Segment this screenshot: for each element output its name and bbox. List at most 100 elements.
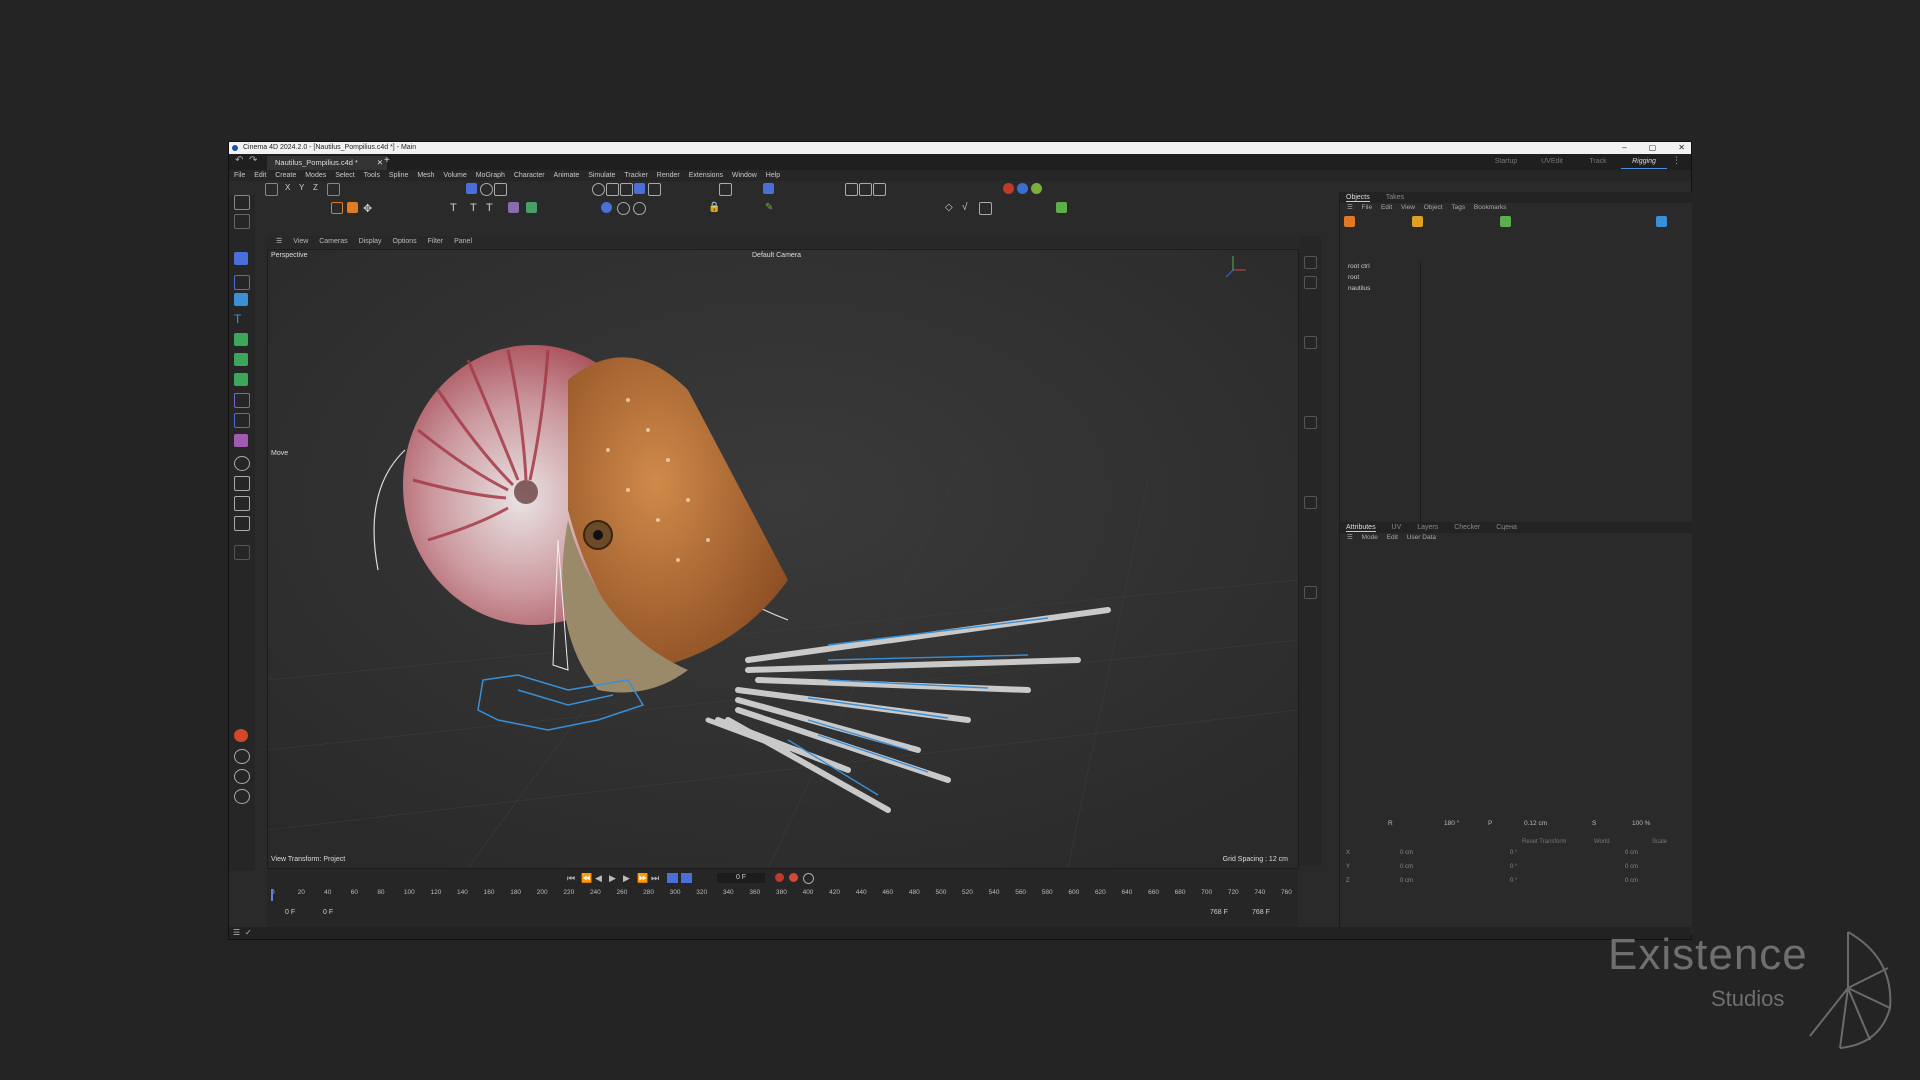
autokey-icon[interactable] — [789, 873, 798, 882]
rotation-field[interactable]: 0 ° — [1510, 850, 1517, 856]
tab-uv[interactable]: UV — [1392, 524, 1402, 531]
p-value-field[interactable]: 0.12 cm — [1524, 817, 1547, 831]
record-icon[interactable] — [775, 873, 784, 882]
playhead[interactable] — [271, 889, 273, 901]
position-field[interactable]: 0 cm — [1400, 864, 1413, 870]
object-row-root[interactable]: root — [1348, 273, 1359, 283]
document-tab[interactable]: Nautilus_Pompilius.c4d * ✕ — [267, 156, 387, 170]
transform-icon[interactable]: ✥ — [363, 202, 374, 215]
current-frame-field[interactable]: 0 F — [717, 873, 765, 883]
menu-character[interactable]: Character — [514, 172, 545, 179]
scale-field[interactable]: 0 cm — [1625, 878, 1638, 884]
deformer-tool-icon[interactable] — [234, 393, 250, 408]
close-button[interactable]: ✕ — [1678, 142, 1685, 154]
polygons-mode-icon[interactable] — [634, 183, 645, 194]
points-mode-icon[interactable] — [606, 183, 619, 196]
status-hamburger-icon[interactable]: ☰ — [233, 928, 240, 937]
torus-icon[interactable] — [633, 202, 646, 215]
tab-scene[interactable]: Сцена — [1496, 524, 1517, 531]
light-icon[interactable] — [234, 516, 250, 531]
generator-icon[interactable] — [234, 333, 248, 346]
scale-dropdown[interactable]: Scale — [1652, 836, 1667, 848]
menu-modes[interactable]: Modes — [305, 172, 326, 179]
keyframe-icon[interactable]: ◇ — [945, 202, 956, 213]
scale-field[interactable]: 0 cm — [1625, 850, 1638, 856]
side-tool-5-icon[interactable] — [1304, 496, 1317, 509]
go-to-start-icon[interactable]: ⏮ — [567, 873, 575, 884]
previous-key-icon[interactable]: ⏪ — [581, 873, 592, 884]
scene-icon[interactable] — [1056, 202, 1067, 213]
objects-menu-tags[interactable]: Tags — [1451, 204, 1465, 211]
preview-range-icon[interactable] — [681, 873, 692, 883]
next-frame-icon[interactable]: ▶ — [623, 873, 630, 884]
objects-hamburger-icon[interactable]: ☰ — [1347, 204, 1353, 211]
loop-icon[interactable] — [667, 873, 678, 883]
hamburger-icon[interactable]: ☰ — [276, 238, 282, 245]
octane-icon[interactable] — [1017, 183, 1028, 194]
menu-file[interactable]: File — [234, 172, 245, 179]
start-frame-field[interactable]: 0 F — [285, 909, 295, 916]
object-tool-3-icon[interactable] — [1500, 216, 1511, 227]
viewport-menu-panel[interactable]: Panel — [454, 238, 472, 245]
tab-objects[interactable]: Objects — [1346, 194, 1370, 202]
space-dropdown[interactable]: World — [1594, 836, 1610, 848]
model-mode-icon[interactable] — [265, 183, 278, 196]
pick-icon[interactable] — [234, 214, 250, 229]
keyframe-record-icon[interactable] — [803, 873, 814, 884]
text-mograph-icon[interactable]: T — [486, 202, 497, 214]
plugin-1-icon[interactable] — [234, 749, 250, 764]
scene-tool-icon[interactable] — [234, 496, 250, 511]
render-camera-icon[interactable] — [234, 476, 250, 491]
axis-z-icon[interactable]: Z — [313, 183, 324, 194]
menu-help[interactable]: Help — [766, 172, 780, 179]
layout-track[interactable]: Track — [1575, 156, 1621, 169]
character-icon[interactable] — [234, 434, 248, 447]
viewport-menu-view[interactable]: View — [293, 238, 308, 245]
objects-menu-file[interactable]: File — [1362, 204, 1372, 211]
rotation-field[interactable]: 0 ° — [1510, 864, 1517, 870]
undo-icon[interactable]: ↶ — [235, 155, 243, 166]
menu-spline[interactable]: Spline — [389, 172, 408, 179]
reset-transform-button[interactable]: Reset Transform — [1522, 836, 1566, 848]
menu-create[interactable]: Create — [275, 172, 296, 179]
camera-icon[interactable] — [234, 252, 248, 265]
play-icon[interactable]: ▶ — [609, 873, 616, 884]
attributes-menu-userdata[interactable]: User Data — [1407, 534, 1436, 541]
layout-rigging[interactable]: Rigging — [1621, 156, 1667, 169]
brush-icon[interactable]: ✎ — [765, 202, 776, 213]
cube-icon[interactable] — [234, 293, 248, 306]
axis-y-icon[interactable]: Y — [299, 183, 310, 194]
grid-snap-icon[interactable] — [763, 183, 774, 194]
viewport-menu-options[interactable]: Options — [393, 238, 417, 245]
layout-startup[interactable]: Startup — [1483, 156, 1529, 169]
move-tool-icon[interactable] — [466, 183, 477, 194]
objects-menu-object[interactable]: Object — [1424, 204, 1443, 211]
more-options-icon[interactable]: ⋮ — [1672, 155, 1681, 166]
attributes-menu-edit[interactable]: Edit — [1387, 534, 1398, 541]
position-field[interactable]: 0 cm — [1400, 878, 1413, 884]
menu-volume[interactable]: Volume — [443, 172, 466, 179]
viewport-menu-filter[interactable]: Filter — [428, 238, 444, 245]
object-row-root-ctrl[interactable]: root ctrl — [1348, 262, 1370, 272]
coordinate-system-icon[interactable] — [327, 183, 340, 196]
3d-viewport[interactable]: Perspective Default Camera Move View Tra… — [267, 249, 1299, 869]
preview-start-field[interactable]: 0 F — [323, 909, 333, 916]
plugin-3-icon[interactable] — [234, 789, 250, 804]
object-row-nautilus[interactable]: nautilus — [1348, 284, 1370, 294]
render-picture-icon[interactable] — [859, 183, 872, 196]
objects-menu-edit[interactable]: Edit — [1381, 204, 1392, 211]
viewport-menu-cameras[interactable]: Cameras — [319, 238, 347, 245]
tab-takes[interactable]: Takes — [1386, 194, 1404, 201]
fcurve-icon[interactable]: √ — [962, 202, 973, 213]
menu-tools[interactable]: Tools — [364, 172, 380, 179]
maximize-button[interactable]: ▢ — [1649, 142, 1657, 154]
text-icon[interactable]: T — [450, 202, 461, 214]
tab-attributes[interactable]: Attributes — [1346, 524, 1376, 532]
side-tool-4-icon[interactable] — [1304, 416, 1317, 429]
field-icon[interactable] — [234, 413, 250, 428]
attributes-menu-mode[interactable]: Mode — [1362, 534, 1378, 541]
menu-mograph[interactable]: MoGraph — [476, 172, 505, 179]
edges-mode-icon[interactable] — [620, 183, 633, 196]
menu-simulate[interactable]: Simulate — [588, 172, 615, 179]
snap-icon[interactable] — [592, 183, 605, 196]
